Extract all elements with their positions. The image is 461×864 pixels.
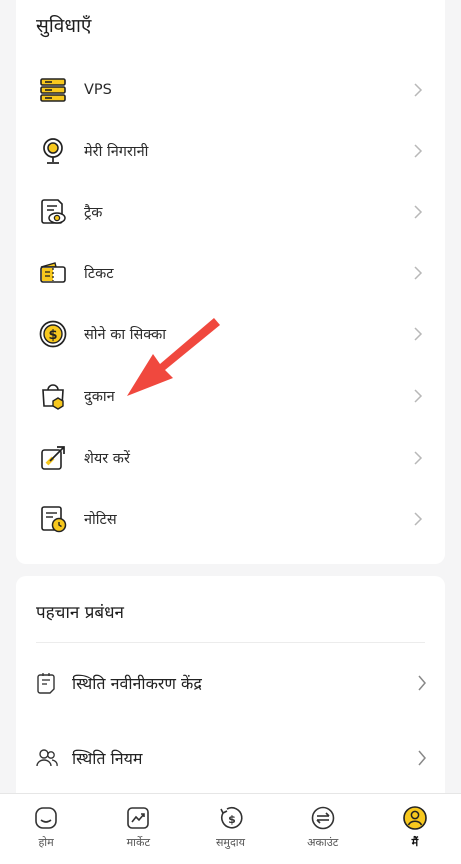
ticket-icon: [36, 256, 70, 290]
feature-label: ट्रैक: [84, 205, 103, 221]
feature-label: दुकान: [84, 389, 115, 405]
chevron-right-icon: [411, 451, 425, 465]
feature-item-notice[interactable]: नोटिस: [16, 495, 445, 543]
chevron-right-icon: [411, 205, 425, 219]
nav-item-home[interactable]: होम: [0, 794, 92, 864]
notice-icon: [36, 502, 70, 536]
nav-label: मार्केट: [126, 836, 151, 849]
feature-label: सोने का सिक्का: [84, 327, 167, 343]
chevron-right-icon: [411, 83, 425, 97]
nav-label: होम: [38, 836, 54, 849]
profile-icon: [401, 804, 429, 832]
identity-label: स्थिति नवीनीकरण केंद्र: [72, 674, 202, 693]
feature-item-vps[interactable]: VPS: [16, 66, 445, 114]
chevron-right-icon: [411, 327, 425, 341]
nav-label: समुदाय: [215, 836, 246, 849]
chevron-right-icon: [411, 266, 425, 280]
chevron-right-icon: [411, 144, 425, 158]
nav-label: अकाउंट: [307, 836, 339, 849]
users-icon: [34, 745, 60, 771]
chevron-right-icon: [411, 512, 425, 526]
chevron-right-icon: [415, 750, 429, 766]
chevron-right-icon: [411, 389, 425, 403]
feature-item-gold-coin[interactable]: $ सोने का सिक्का: [16, 310, 445, 358]
track-eye-icon: [36, 195, 70, 229]
gold-coin-icon: $: [36, 317, 70, 351]
svg-text:$: $: [228, 813, 236, 826]
renewal-doc-icon: [34, 670, 60, 696]
identity-title: पहचान प्रबंधन: [36, 603, 124, 623]
community-coin-icon: $: [217, 804, 245, 832]
identity-card: पहचान प्रबंधन स्थिति नवीनीकरण केंद्र स्थ…: [16, 576, 445, 806]
market-chart-icon: [124, 804, 152, 832]
feature-item-ticket[interactable]: टिकट: [16, 249, 445, 297]
bottom-nav: होम मार्केट $ समुदाय अकाउंट मैं: [0, 793, 461, 864]
identity-label: स्थिति नियम: [72, 749, 143, 768]
nav-item-account[interactable]: अकाउंट: [277, 794, 369, 864]
feature-item-shop[interactable]: दुकान: [16, 372, 445, 420]
account-exchange-icon: [309, 804, 337, 832]
svg-text:$: $: [48, 328, 57, 343]
nav-label: मैं: [411, 836, 419, 849]
feature-item-monitoring[interactable]: मेरी निगरानी: [16, 127, 445, 175]
nav-item-me[interactable]: मैं: [369, 794, 461, 864]
server-icon: [36, 73, 70, 107]
shop-bag-icon: [36, 379, 70, 413]
feature-item-track[interactable]: ट्रैक: [16, 188, 445, 236]
feature-item-share[interactable]: शेयर करें: [16, 434, 445, 482]
features-title: सुविधाएँ: [36, 15, 92, 37]
chevron-right-icon: [415, 675, 429, 691]
identity-item-renewal-center[interactable]: स्थिति नवीनीकरण केंद्र: [16, 659, 445, 707]
nav-item-market[interactable]: मार्केट: [92, 794, 184, 864]
share-icon: [36, 441, 70, 475]
nav-item-community[interactable]: $ समुदाय: [184, 794, 276, 864]
identity-item-rules[interactable]: स्थिति नियम: [16, 734, 445, 782]
webcam-icon: [36, 134, 70, 168]
home-icon: [32, 804, 60, 832]
feature-label: शेयर करें: [84, 451, 130, 467]
feature-label: मेरी निगरानी: [84, 144, 149, 160]
features-card: सुविधाएँ VPS मेरी निगरानी ट्रैक टिकट $ स…: [16, 0, 445, 564]
feature-label: VPS: [84, 82, 112, 98]
divider: [36, 642, 425, 643]
feature-label: नोटिस: [84, 512, 117, 528]
feature-label: टिकट: [84, 266, 114, 282]
